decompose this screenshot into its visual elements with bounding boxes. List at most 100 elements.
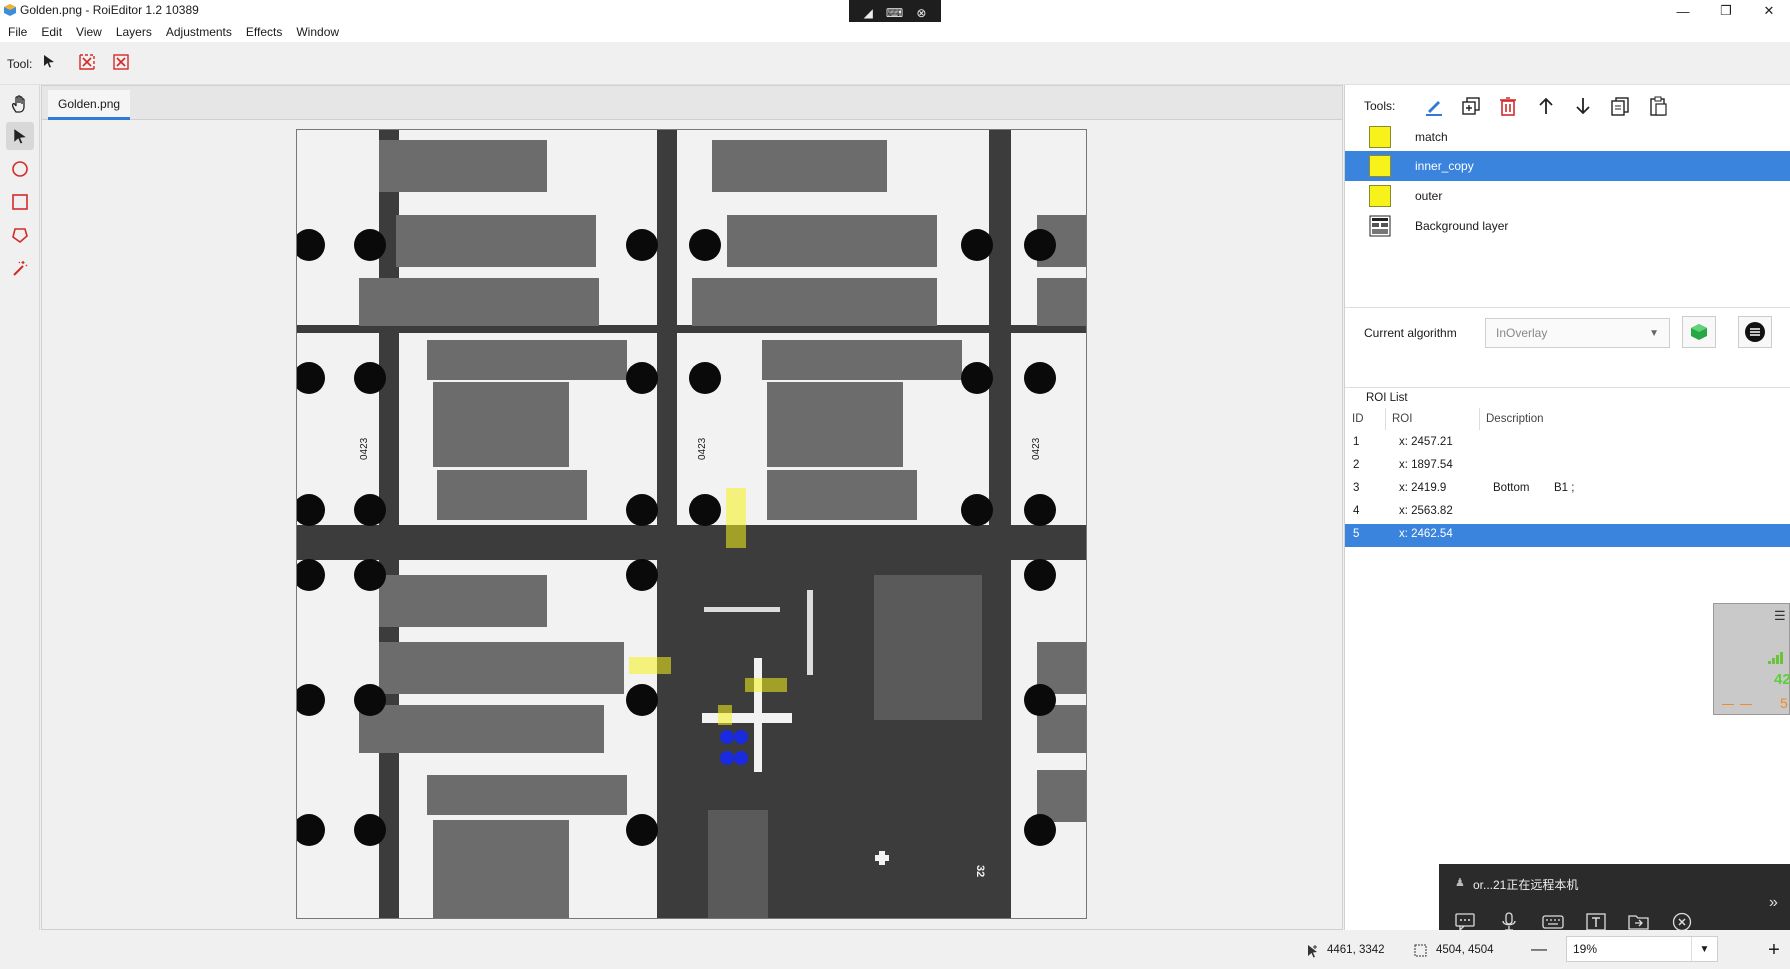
zoom-in-button[interactable]: + [1762, 938, 1786, 962]
chip-number-label-2: 0423 [697, 437, 708, 460]
clear-roi-button[interactable] [78, 53, 98, 73]
chip-number-label-1: 0423 [359, 437, 370, 460]
menu-view[interactable]: View [76, 25, 102, 39]
cube-icon [1691, 324, 1707, 340]
roi-column-roi[interactable]: ROI [1386, 408, 1480, 430]
image-canvas[interactable]: 0423 0423 0423 3E 3E 32 3E 3E 32 4 5 [296, 129, 1087, 919]
menu-effects[interactable]: Effects [246, 25, 282, 39]
algorithm-select[interactable]: InOverlay ▼ [1485, 318, 1670, 348]
background-layer-icon [1369, 215, 1391, 237]
roi-row-5[interactable]: 5 x: 2462.54 [1345, 524, 1790, 547]
menu-file[interactable]: File [8, 25, 27, 39]
edit-layer-button[interactable] [1421, 93, 1447, 119]
add-copy-icon [1462, 97, 1480, 115]
move-layer-down-button[interactable] [1570, 93, 1596, 119]
circle-icon [12, 161, 28, 177]
monitor-divider [1722, 704, 1734, 705]
tool-label: Tool: [7, 57, 33, 71]
delete-roi-icon [79, 54, 95, 70]
mark-3e-label-3: 3E [302, 865, 314, 878]
menu-adjustments[interactable]: Adjustments [166, 25, 232, 39]
user-icon: ♟ [1455, 877, 1465, 889]
layer-name: match [1415, 130, 1448, 144]
current-algorithm-label: Current algorithm [1364, 326, 1457, 340]
zoom-out-button[interactable]: — [1527, 940, 1551, 960]
add-layer-button[interactable] [1458, 93, 1484, 119]
roi-column-description[interactable]: Description [1480, 408, 1790, 430]
keyboard-icon [1542, 915, 1564, 929]
disconnect-icon[interactable]: ⊗ [916, 6, 926, 20]
restore-button[interactable]: ❐ [1703, 0, 1749, 22]
zoom-value: 19% [1573, 942, 1598, 956]
delete-layer-button[interactable] [1495, 93, 1521, 119]
select-tool-button-left[interactable] [6, 122, 34, 150]
monitor-value-1: 42 [1774, 671, 1790, 688]
close-circle-icon [1672, 912, 1692, 932]
folder-transfer-icon [1628, 915, 1649, 930]
magic-wand-icon [13, 261, 28, 276]
run-algorithm-button[interactable] [1682, 316, 1716, 348]
select-tool-button[interactable] [42, 54, 60, 72]
remote-status-text: or...21正在远程本机 [1473, 878, 1579, 892]
algorithm-select-value: InOverlay [1496, 326, 1548, 340]
hamburger-icon[interactable]: ☰ [1774, 608, 1786, 624]
pencil-icon [1426, 101, 1442, 116]
close-icon: ✕ [1763, 3, 1775, 18]
document-tab-strip: Golden.png [42, 86, 1342, 120]
rectangle-tool-button[interactable] [6, 188, 34, 216]
close-button[interactable]: ✕ [1746, 0, 1790, 22]
toolbar: Tool: [0, 42, 1790, 85]
plus-icon: + [1768, 938, 1780, 961]
ellipse-tool-button[interactable] [6, 155, 34, 183]
layer-row-inner-copy[interactable]: inner_copy [1345, 151, 1790, 181]
paste-icon [1650, 96, 1667, 116]
minimize-button[interactable]: — [1660, 0, 1706, 22]
pin-icon[interactable]: ◢ [864, 6, 873, 20]
pcb-image: 0423 0423 0423 3E 3E 32 3E 3E 32 4 5 [297, 130, 1086, 918]
app-icon [4, 4, 16, 16]
chat-icon [1455, 913, 1475, 931]
roi-row-4[interactable]: 4 x: 2563.82 [1345, 501, 1790, 524]
pan-tool-button[interactable] [6, 90, 34, 118]
delete-all-roi-icon [113, 54, 129, 70]
mark-32-label-2: 32 [974, 865, 986, 877]
roi-row-3[interactable]: 3 x: 2419.9 Bottom B1 ; [1345, 478, 1790, 501]
text-box-icon [1586, 913, 1606, 931]
roi-row-2[interactable]: 2 x: 1897.54 [1345, 455, 1790, 478]
clear-all-roi-button[interactable] [112, 53, 132, 73]
restore-icon: ❐ [1720, 3, 1732, 18]
zoom-select[interactable]: 19% ▼ [1566, 936, 1718, 962]
trash-icon [1500, 97, 1516, 116]
roi-row-1[interactable]: 1 x: 2457.21 [1345, 432, 1790, 455]
document-tab-label: Golden.png [58, 96, 121, 111]
roi-column-id[interactable]: ID [1346, 408, 1386, 430]
chip-number-label-3: 0423 [1031, 437, 1042, 460]
copy-layer-button[interactable] [1607, 93, 1633, 119]
tools-label: Tools: [1364, 99, 1396, 113]
move-layer-up-button[interactable] [1533, 93, 1559, 119]
chevron-down-icon[interactable]: ▼ [1691, 937, 1717, 961]
status-bar: 4461, 3342 4504, 4504 — + [0, 930, 1790, 969]
document-tab[interactable]: Golden.png [48, 90, 131, 120]
polygon-tool-button[interactable] [6, 221, 34, 249]
layer-name: outer [1415, 189, 1443, 203]
menu-edit[interactable]: Edit [41, 25, 62, 39]
magic-wand-tool-button[interactable] [6, 254, 34, 282]
mini-monitor-panel[interactable]: ☰ 42 5 [1713, 603, 1790, 715]
left-tool-palette [0, 85, 40, 930]
minimize-icon: — [1676, 3, 1690, 19]
layer-row-match[interactable]: match [1345, 122, 1790, 152]
keyboard-icon[interactable]: ⌨ [886, 6, 903, 20]
layer-row-background[interactable]: Background layer [1345, 211, 1790, 241]
chevron-down-icon: ▼ [1649, 328, 1659, 339]
mark-3e-label-1: 3E [302, 430, 314, 443]
menu-window[interactable]: Window [296, 25, 339, 39]
layer-row-outer[interactable]: outer [1345, 181, 1790, 211]
paste-layer-button[interactable] [1645, 93, 1671, 119]
algorithm-settings-button[interactable] [1738, 316, 1772, 348]
mark-5-label: 5 [358, 614, 370, 620]
menu-layers[interactable]: Layers [116, 25, 152, 39]
arrow-cursor-icon [44, 55, 54, 68]
collapse-icon[interactable]: » [1769, 894, 1778, 912]
copy-icon [1611, 97, 1629, 116]
